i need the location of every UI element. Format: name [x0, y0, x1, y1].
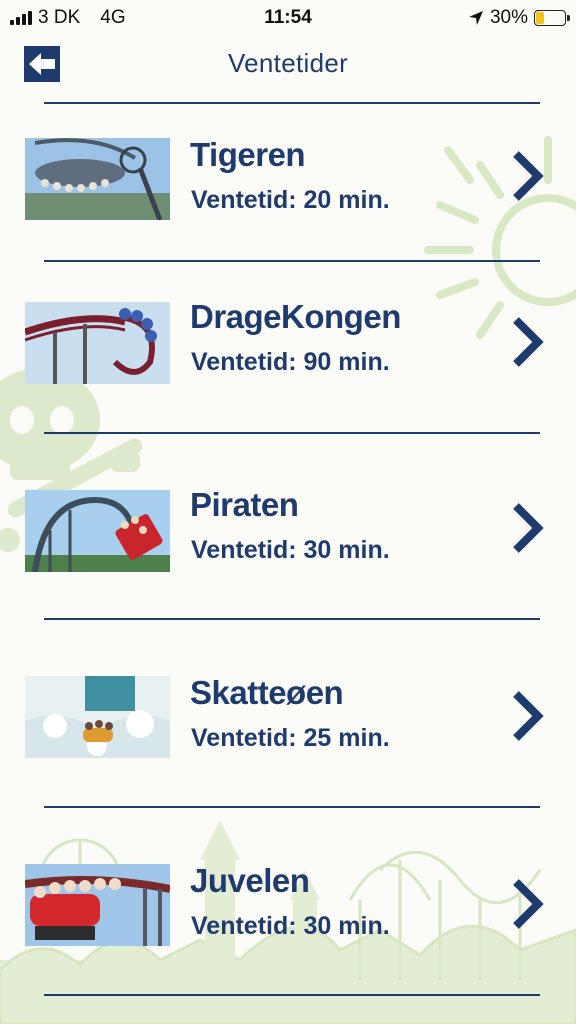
ride-row-juvelen[interactable]: Juvelen Ventetid: 30 min.	[0, 844, 576, 964]
battery-icon	[534, 10, 570, 26]
ride-thumbnail-juvelen	[25, 864, 170, 946]
ride-row-piraten[interactable]: Piraten Ventetid: 30 min.	[0, 468, 576, 588]
ride-wait-time: Ventetid: 25 min.	[191, 724, 390, 752]
divider	[44, 260, 540, 262]
ride-thumbnail-skatteoen	[25, 676, 170, 758]
divider	[44, 618, 540, 620]
battery-percent: 30%	[489, 7, 528, 28]
ride-name: Skatteøen	[190, 674, 344, 711]
status-right: 30%	[468, 7, 570, 29]
ride-name: Piraten	[190, 486, 299, 523]
ride-wait-time: Ventetid: 30 min.	[191, 536, 390, 564]
ride-wait-time: Ventetid: 90 min.	[191, 348, 390, 376]
ride-wait-time: Ventetid: 20 min.	[191, 186, 390, 214]
ride-thumbnail-tigeren	[25, 138, 170, 220]
divider	[44, 806, 540, 808]
divider	[44, 102, 540, 104]
ride-row-dragekongen[interactable]: DrageKongen Ventetid: 90 min.	[0, 280, 576, 400]
chevron-right-icon[interactable]	[508, 686, 548, 746]
ride-wait-time: Ventetid: 30 min.	[191, 912, 390, 940]
ride-name: Tigeren	[190, 136, 306, 173]
chevron-right-icon[interactable]	[508, 498, 548, 558]
ride-thumbnail-piraten	[25, 490, 170, 572]
ride-name: Juvelen	[190, 862, 310, 899]
chevron-right-icon[interactable]	[508, 874, 548, 934]
location-arrow-icon	[468, 11, 483, 25]
chevron-right-icon[interactable]	[508, 146, 548, 206]
chevron-right-icon[interactable]	[508, 312, 548, 372]
status-bar: 3 DK 4G 11:54 30%	[0, 0, 576, 36]
battery-level	[536, 12, 544, 24]
ride-row-tigeren[interactable]: Tigeren Ventetid: 20 min.	[0, 118, 576, 238]
ride-name: DrageKongen	[190, 298, 401, 335]
nav-bar: Ventetider	[0, 36, 576, 96]
ride-row-skatteoen[interactable]: Skatteøen Ventetid: 25 min.	[0, 656, 576, 776]
ride-thumbnail-dragekongen	[25, 302, 170, 384]
divider	[44, 994, 540, 996]
page-title: Ventetider	[227, 48, 349, 78]
divider	[44, 432, 540, 434]
